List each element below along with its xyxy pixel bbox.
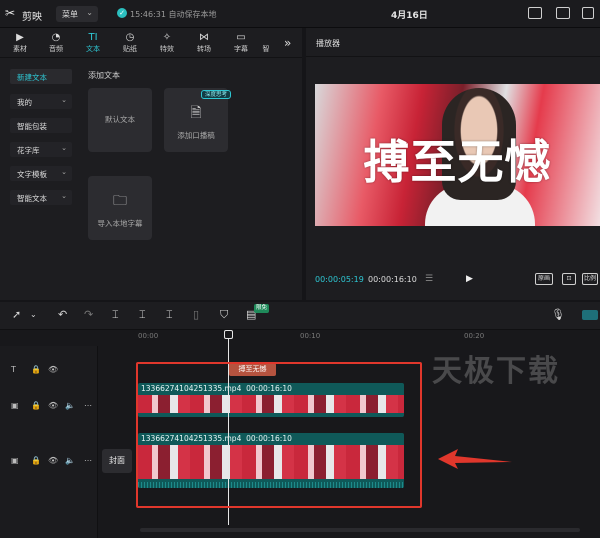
eye-icon[interactable]: 👁: [48, 401, 58, 410]
app-name: 剪映: [22, 12, 42, 23]
menu-label: 菜单: [62, 10, 78, 19]
free-badge: 限免: [254, 304, 270, 313]
eye-icon[interactable]: 👁: [48, 365, 58, 374]
text-track-icon: T: [11, 365, 16, 374]
trim-left-icon[interactable]: ⌶: [139, 309, 146, 321]
track-headers: [0, 346, 98, 538]
original-quality-button[interactable]: 原画: [535, 273, 553, 285]
layout-icon[interactable]: [556, 7, 570, 19]
more-tabs-icon[interactable]: »: [284, 36, 291, 50]
chevron-down-icon: ⌄: [61, 168, 67, 176]
sidebar-item-text-template[interactable]: 文字模板 ⌄: [10, 166, 72, 181]
import-subtitle-card[interactable]: 🗀 导入本地字幕: [88, 176, 152, 240]
tab-bar: ▶ 素材 ◔ 音频 TI 文本 ◷ 贴纸 ✧ 特效 ⋈ 转场 ▭ 字幕 智: [0, 28, 302, 58]
time-ruler: [100, 330, 600, 346]
cover-button[interactable]: 封面: [102, 449, 132, 473]
tab-smart[interactable]: 智: [256, 32, 276, 54]
video-preview[interactable]: 搏至无憾: [315, 84, 600, 226]
ruler-label: 00:00: [138, 332, 159, 340]
arrow-icon: [438, 449, 512, 469]
divider: [306, 56, 600, 57]
media-icon: ▶: [16, 32, 24, 43]
video-track-icon: ▣: [11, 401, 19, 410]
tab-effects[interactable]: ✧ 特效: [154, 32, 180, 54]
effects-icon: ✧: [162, 32, 172, 43]
tab-media[interactable]: ▶ 素材: [7, 32, 33, 54]
deep-think-badge: 深度思考: [201, 90, 232, 99]
lock-icon[interactable]: 🔒: [31, 456, 41, 465]
chevron-down-icon[interactable]: ⌄: [30, 309, 37, 321]
volume-icon[interactable]: 🔈: [65, 456, 75, 465]
tab-sticker[interactable]: ◷ 贴纸: [117, 32, 143, 54]
redo-icon[interactable]: ↷: [84, 309, 93, 321]
select-tool-icon[interactable]: ➚: [12, 309, 21, 321]
chevron-down-icon: ⌄: [61, 96, 67, 104]
tab-audio[interactable]: ◔ 音频: [43, 32, 69, 54]
lock-icon[interactable]: 🔒: [31, 365, 41, 374]
microphone-icon[interactable]: 🎙: [551, 309, 565, 321]
fullscreen-icon[interactable]: ⊡: [562, 273, 576, 285]
sidebar-item-mine[interactable]: 我的 ⌄: [10, 94, 72, 109]
video-overlay-text[interactable]: 搏至无憾: [315, 126, 600, 192]
tab-caption[interactable]: ▭ 字幕: [228, 32, 254, 54]
link-toggle-icon[interactable]: [582, 310, 598, 320]
ruler-label: 00:20: [464, 332, 485, 340]
sidebar-item-smart-pack[interactable]: 智能包装: [10, 118, 72, 133]
total-time: 00:00:16:10: [368, 275, 417, 284]
list-icon[interactable]: ☰: [425, 274, 433, 284]
playhead-handle[interactable]: [224, 330, 233, 339]
sidebar-item-fancy-text[interactable]: 花字库 ⌄: [10, 142, 72, 157]
document-icon: 🗎: [190, 105, 202, 121]
watermark: 天极下载: [432, 354, 560, 389]
audio-icon: ◔: [51, 32, 61, 43]
volume-icon[interactable]: 🔈: [65, 401, 75, 410]
folder-icon: 🗀: [113, 193, 127, 209]
window-icon[interactable]: [582, 7, 594, 19]
horizontal-scrollbar[interactable]: [140, 528, 580, 532]
sidebar-item-smart-text[interactable]: 智能文本 ⌄: [10, 190, 72, 205]
highlight-box: [136, 362, 422, 508]
play-icon[interactable]: ▶: [466, 274, 473, 284]
sticker-icon: ◷: [125, 32, 135, 43]
lock-icon[interactable]: 🔒: [31, 401, 41, 410]
transition-icon: ⋈: [199, 32, 209, 43]
text-icon: TI: [88, 32, 98, 43]
video-track-icon: ▣: [11, 456, 19, 465]
split-icon[interactable]: ⌶: [112, 309, 119, 321]
undo-icon[interactable]: ↶: [58, 309, 67, 321]
player-title: 播放器: [316, 39, 340, 48]
eye-icon[interactable]: 👁: [48, 456, 58, 465]
chevron-down-icon: ⌄: [86, 8, 93, 17]
chevron-down-icon: ⌄: [61, 144, 67, 152]
tab-transition[interactable]: ⋈ 转场: [191, 32, 217, 54]
tab-text[interactable]: TI 文本: [80, 32, 106, 54]
more-icon[interactable]: ⋯: [84, 456, 92, 465]
save-status: 15:46:31 自动保存本地: [130, 10, 217, 19]
smart-icon: [256, 32, 276, 44]
more-icon[interactable]: ⋯: [84, 401, 92, 410]
ruler-label: 00:10: [300, 332, 321, 340]
check-icon: ✓: [117, 8, 127, 18]
sidebar-item-new-text[interactable]: 新建文本: [10, 69, 72, 84]
shortcut-icon[interactable]: [528, 7, 542, 19]
current-time: 00:00:05:19: [315, 275, 364, 284]
trim-right-icon[interactable]: ⌶: [166, 309, 173, 321]
marker-icon[interactable]: ⛉: [220, 309, 228, 321]
ratio-button[interactable]: 比例: [582, 273, 598, 285]
scissors-logo-icon: ✂: [5, 6, 16, 20]
project-title[interactable]: 4月16日: [391, 8, 428, 21]
caption-icon: ▭: [236, 32, 246, 43]
default-text-card[interactable]: 默认文本: [88, 88, 152, 152]
section-title: 添加文本: [88, 71, 120, 80]
chevron-down-icon: ⌄: [61, 192, 67, 200]
delete-icon[interactable]: ▯: [193, 309, 199, 321]
menu-button[interactable]: 菜单 ⌄: [56, 6, 98, 22]
